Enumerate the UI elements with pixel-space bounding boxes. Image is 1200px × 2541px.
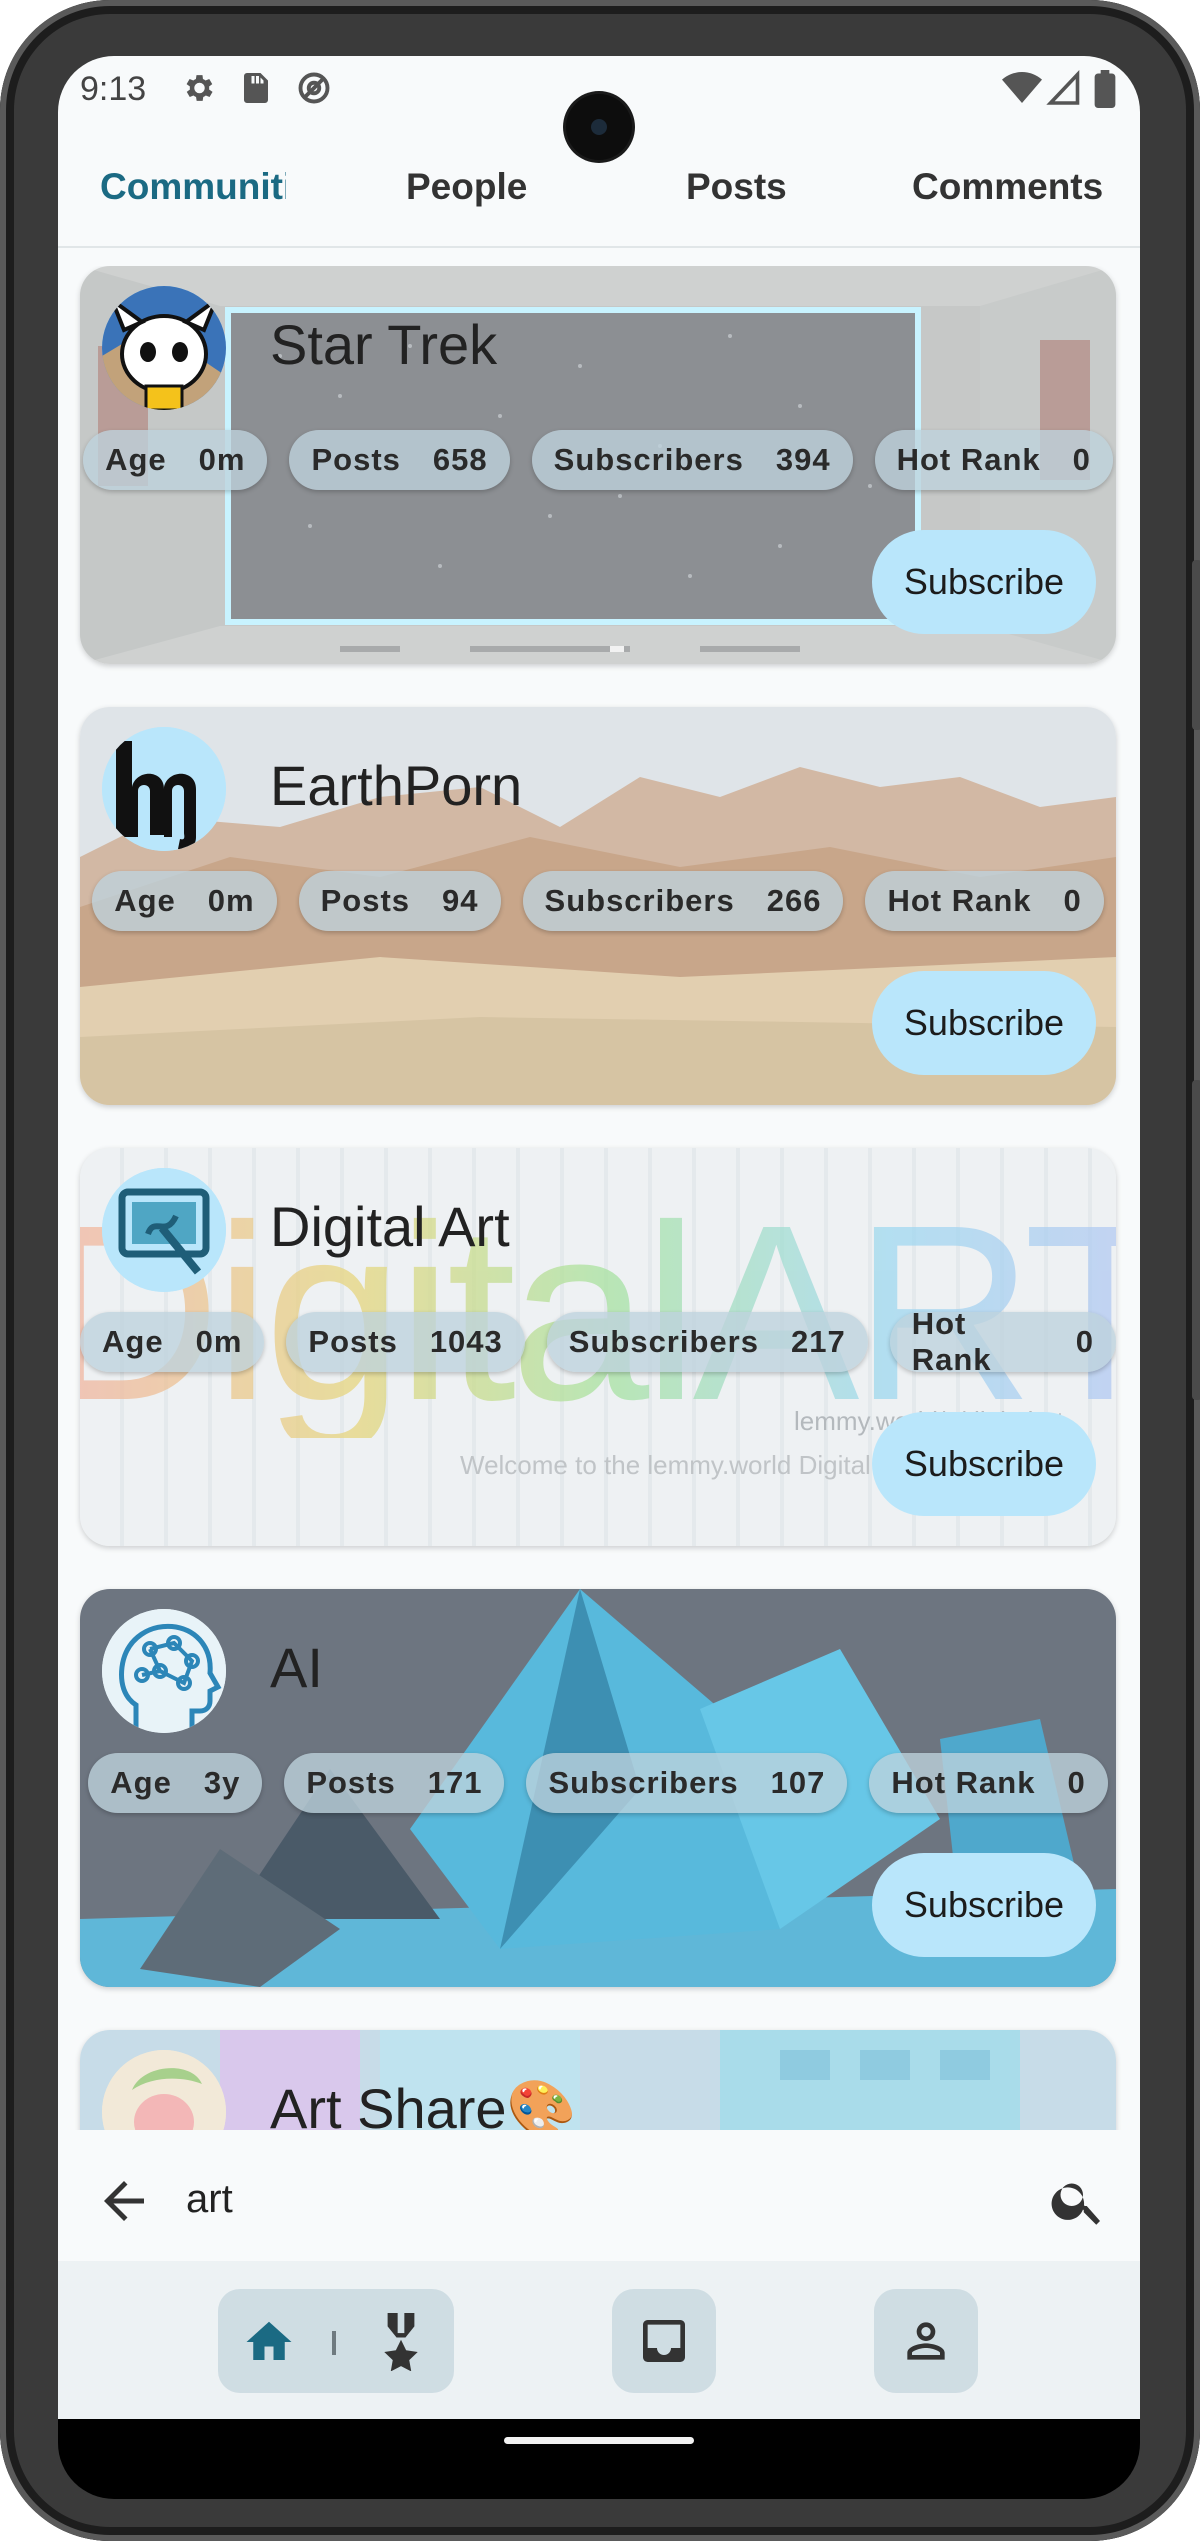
community-title: EarthPorn bbox=[270, 754, 523, 817]
stat-chip-posts: Posts 94 bbox=[298, 871, 501, 931]
community-avatar bbox=[102, 727, 226, 851]
community-list: Star Trek Age 0m Posts 658 Subscribers 394 … bbox=[58, 266, 1140, 2130]
tab-communities[interactable]: Communities bbox=[100, 166, 286, 208]
stat-chip-hot-rank: Hot Rank 0 bbox=[874, 430, 1113, 490]
community-title: AI bbox=[270, 1636, 323, 1699]
front-camera bbox=[566, 94, 632, 160]
stat-chip-hot-rank: Hot Rank 0 bbox=[889, 1306, 1116, 1377]
lemmy-m-logo-icon bbox=[102, 727, 226, 851]
community-avatar bbox=[102, 1609, 226, 1733]
battery-icon bbox=[1094, 70, 1116, 108]
power-button bbox=[1192, 560, 1200, 730]
nav-profile-button[interactable] bbox=[874, 2289, 978, 2393]
nav-inbox-button[interactable] bbox=[612, 2289, 716, 2393]
tab-bar: Communities People Posts Comments bbox=[58, 146, 1140, 302]
stat-chip-age: Age 0m bbox=[83, 430, 268, 490]
inbox-icon bbox=[643, 2320, 685, 2362]
community-avatar bbox=[102, 1168, 226, 1292]
drawing-tablet-icon bbox=[102, 1168, 226, 1292]
tab-comments[interactable]: Comments bbox=[912, 166, 1103, 208]
search-input[interactable]: art bbox=[186, 2177, 233, 2222]
community-avatar bbox=[102, 286, 226, 410]
stat-chip-posts: Posts 658 bbox=[289, 430, 510, 490]
cat-avatar-icon bbox=[102, 286, 226, 410]
subscribe-button[interactable]: Subscribe bbox=[871, 1412, 1096, 1516]
ai-head-icon bbox=[102, 1609, 226, 1733]
subscribe-button[interactable]: Subscribe bbox=[871, 971, 1096, 1075]
stats-row: Age 0m Posts 1043 Subscribers 217 Hot Rank 0 bbox=[80, 1306, 1116, 1377]
medal-icon bbox=[384, 2313, 418, 2371]
home-indicator[interactable] bbox=[504, 2437, 694, 2444]
community-card[interactable]: AI Age 3y Posts 171 Subscribers 107 Hot Ran… bbox=[80, 1589, 1116, 1987]
search-bar: art bbox=[58, 2141, 1140, 2261]
signal-icon bbox=[1046, 70, 1080, 105]
banner-image bbox=[80, 2030, 1116, 2130]
gear-icon bbox=[186, 75, 213, 101]
tab-posts[interactable]: Posts bbox=[686, 166, 787, 208]
nav-home-button[interactable] bbox=[218, 2289, 454, 2393]
subscribe-button[interactable]: Subscribe bbox=[871, 1853, 1096, 1957]
screen-bottom-bezel bbox=[58, 2419, 1140, 2499]
stats-row: Age 0m Posts 94 Subscribers 266 Hot Rank 0 bbox=[80, 871, 1116, 931]
community-title: Digital Art bbox=[270, 1195, 510, 1258]
back-arrow-icon[interactable] bbox=[94, 2171, 154, 2231]
stat-chip-age: Age 0m bbox=[80, 1312, 265, 1372]
community-card[interactable]: EarthPorn Age 0m Posts 94 Subscribers 266 H… bbox=[80, 707, 1116, 1105]
stat-chip-subscribers: Subscribers 217 bbox=[546, 1312, 868, 1372]
stat-chip-age: Age 0m bbox=[92, 871, 277, 931]
stats-row: Age 0m Posts 658 Subscribers 394 Hot Rank 0 bbox=[80, 430, 1116, 490]
stat-chip-subscribers: Subscribers 266 bbox=[522, 871, 844, 931]
stat-chip-subscribers: Subscribers 107 bbox=[526, 1753, 848, 1813]
community-card[interactable]: Star Trek Age 0m Posts 658 Subscribers 394 … bbox=[80, 266, 1116, 664]
volume-button bbox=[1192, 1080, 1200, 1400]
community-card[interactable]: DigitalART lemmy.world/c/digitalart Welc… bbox=[80, 1148, 1116, 1546]
community-title: Star Trek bbox=[270, 313, 498, 376]
stat-chip-posts: Posts 1043 bbox=[286, 1312, 525, 1372]
screen: 9:13 Communities People Posts Comments bbox=[58, 56, 1140, 2419]
bottom-navigation bbox=[58, 2261, 1140, 2419]
at-sign-icon bbox=[298, 72, 330, 104]
stats-row: Age 3y Posts 171 Subscribers 107 Hot Rank 0 bbox=[80, 1753, 1116, 1813]
community-card[interactable]: Art Share🎨 bbox=[80, 2030, 1116, 2130]
subscribe-button[interactable]: Subscribe bbox=[871, 530, 1096, 634]
sd-card-icon bbox=[244, 73, 268, 103]
community-title: Art Share🎨 bbox=[270, 2077, 577, 2130]
nav-divider bbox=[332, 2331, 336, 2355]
tab-people[interactable]: People bbox=[406, 166, 527, 208]
wifi-icon bbox=[1002, 72, 1042, 103]
home-icon bbox=[246, 2321, 292, 2360]
stat-chip-hot-rank: Hot Rank 0 bbox=[865, 871, 1104, 931]
search-icon[interactable] bbox=[1048, 2171, 1108, 2231]
status-time: 9:13 bbox=[80, 70, 147, 108]
stat-chip-age: Age 3y bbox=[88, 1753, 263, 1813]
person-icon bbox=[907, 2322, 945, 2360]
stat-chip-posts: Posts 171 bbox=[284, 1753, 505, 1813]
stat-chip-subscribers: Subscribers 394 bbox=[531, 430, 853, 490]
stat-chip-hot-rank: Hot Rank 0 bbox=[869, 1753, 1108, 1813]
